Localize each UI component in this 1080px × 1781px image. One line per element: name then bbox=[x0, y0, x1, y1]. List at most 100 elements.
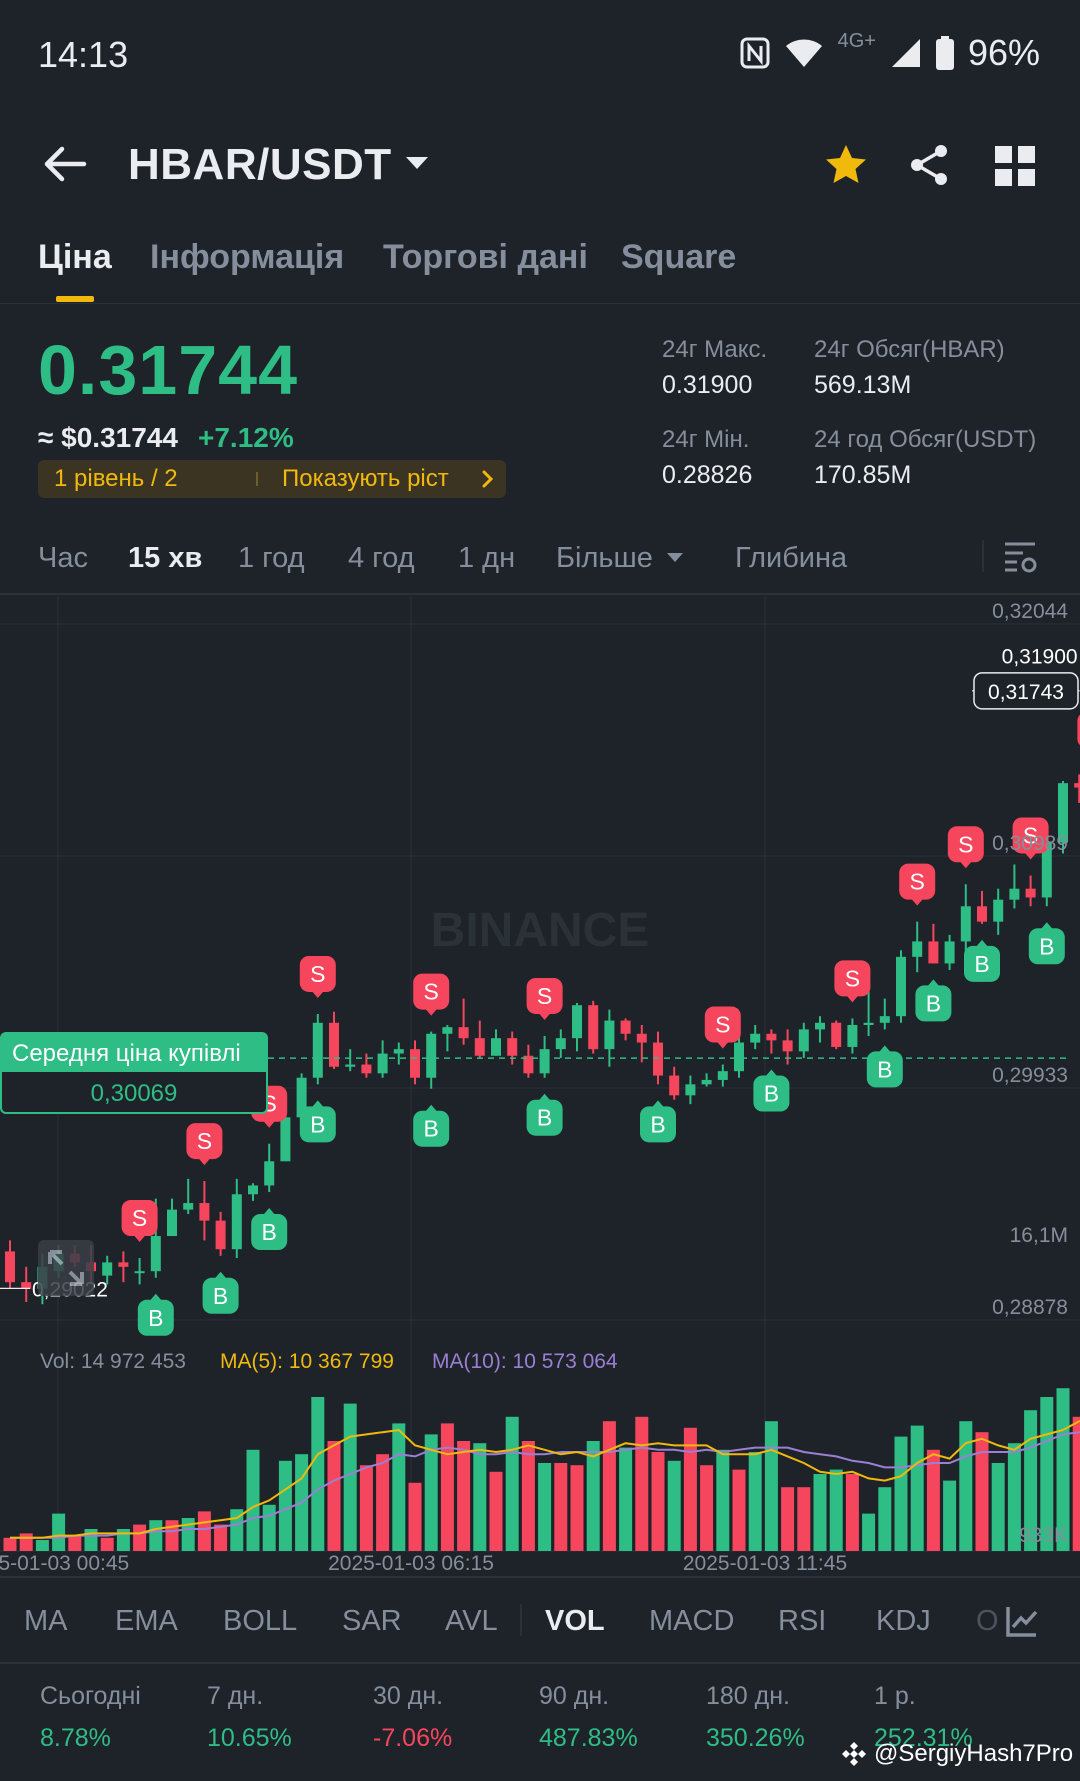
ind-boll[interactable]: BOLL bbox=[223, 1605, 297, 1638]
volume-bar bbox=[84, 1529, 98, 1551]
volume-bar bbox=[262, 1504, 276, 1551]
ind-ema[interactable]: EMA bbox=[115, 1605, 178, 1638]
sell-marker: S bbox=[834, 960, 871, 1003]
chart-settings-icon[interactable] bbox=[1002, 538, 1038, 574]
trade-marker-pointer bbox=[311, 1100, 324, 1108]
volume-bar bbox=[1072, 1416, 1080, 1551]
ind-sar[interactable]: SAR bbox=[342, 1605, 402, 1638]
buy-marker: B bbox=[915, 979, 952, 1022]
grid-icon[interactable] bbox=[993, 144, 1037, 188]
trade-marker-letter: B bbox=[650, 1111, 665, 1137]
trade-marker-pointer bbox=[765, 1069, 778, 1077]
volume-bar bbox=[35, 1540, 49, 1551]
toolbar-separator bbox=[982, 540, 984, 572]
buy-marker: B bbox=[1028, 922, 1065, 965]
interval-more[interactable]: Більше bbox=[556, 542, 653, 575]
nfc-icon bbox=[740, 37, 770, 69]
caret-down-icon[interactable] bbox=[402, 148, 432, 178]
vol-value: Vol: 14 972 453 bbox=[40, 1350, 186, 1373]
ind-avl[interactable]: AVL bbox=[445, 1605, 498, 1638]
ind-more[interactable]: O bbox=[976, 1605, 999, 1638]
trade-marker-letter: S bbox=[197, 1128, 212, 1154]
level-separator bbox=[256, 472, 258, 486]
trade-marker-pointer bbox=[425, 1104, 438, 1112]
trade-marker-letter: B bbox=[877, 1056, 892, 1082]
trade-marker-letter: B bbox=[1039, 933, 1054, 959]
candle-body bbox=[1009, 888, 1020, 900]
candle-body bbox=[960, 906, 971, 942]
pair-title[interactable]: HBAR/USDT bbox=[128, 140, 392, 190]
tab-trading-data[interactable]: Торгові дані bbox=[383, 238, 588, 277]
candle-body bbox=[539, 1049, 550, 1074]
sell-marker: S bbox=[704, 1006, 741, 1049]
trade-marker-pointer bbox=[198, 1158, 211, 1166]
sell-marker: S bbox=[947, 826, 984, 869]
trade-marker-pointer bbox=[133, 1235, 146, 1243]
star-icon[interactable] bbox=[823, 142, 869, 188]
fullscreen-button[interactable] bbox=[38, 1240, 94, 1296]
volume-axis-label: 16,1M bbox=[1010, 1224, 1068, 1247]
candle-body bbox=[734, 1042, 744, 1072]
tab-info[interactable]: Інформація bbox=[150, 238, 344, 277]
tab-square[interactable]: Square bbox=[621, 238, 736, 277]
perf-label-30d: 30 дн. bbox=[373, 1682, 444, 1710]
volume-bar bbox=[343, 1403, 357, 1551]
candle-body bbox=[312, 1022, 323, 1078]
level-cta[interactable]: Показують ріст bbox=[282, 465, 449, 493]
share-icon[interactable] bbox=[906, 142, 952, 188]
expand-icon bbox=[48, 1250, 84, 1286]
indicator-settings-icon[interactable] bbox=[1004, 1603, 1040, 1639]
vol-base-value: 569.13M bbox=[814, 371, 912, 399]
time-axis-label: 25-01-03 00:45 bbox=[0, 1552, 129, 1575]
volume-bar bbox=[700, 1465, 714, 1551]
avg-buy-value: 0,30069 bbox=[90, 1080, 178, 1107]
trade-marker-letter: S bbox=[845, 965, 860, 991]
volume-bar bbox=[359, 1465, 373, 1551]
volume-bar bbox=[797, 1487, 811, 1551]
buy-marker: B bbox=[964, 939, 1000, 982]
time-axis-label: 2025-01-03 11:45 bbox=[683, 1552, 847, 1575]
sell-marker: S bbox=[899, 863, 936, 906]
trade-marker-letter: B bbox=[148, 1305, 163, 1331]
volume-bar bbox=[926, 1449, 940, 1551]
trade-marker-pointer bbox=[214, 1271, 227, 1279]
more-caret-icon[interactable] bbox=[664, 546, 686, 568]
candle-body bbox=[215, 1220, 226, 1250]
volume-bar bbox=[602, 1421, 616, 1551]
volume-bar bbox=[214, 1524, 228, 1551]
candle-body bbox=[458, 1027, 469, 1039]
candle-body bbox=[280, 1117, 291, 1162]
back-arrow-icon[interactable] bbox=[40, 140, 88, 188]
ind-kdj[interactable]: KDJ bbox=[876, 1605, 931, 1638]
ind-ma[interactable]: MA bbox=[24, 1605, 68, 1638]
volume-bar bbox=[392, 1423, 406, 1551]
candle-body bbox=[782, 1040, 793, 1052]
volume-bar bbox=[52, 1513, 66, 1551]
candle-body bbox=[231, 1194, 242, 1250]
trade-marker-letter: S bbox=[958, 831, 973, 857]
tab-price[interactable]: Ціна bbox=[38, 238, 112, 277]
trade-marker-pointer bbox=[716, 1041, 729, 1049]
depth-tab[interactable]: Глибина bbox=[735, 542, 847, 575]
watermark-text: @SergiyHash7Pro bbox=[874, 1740, 1074, 1767]
perf-label-7d: 7 дн. bbox=[207, 1682, 264, 1710]
candle-body bbox=[5, 1251, 15, 1283]
volume-bar bbox=[554, 1463, 568, 1551]
buy-marker: B bbox=[137, 1293, 174, 1336]
avg-buy-box[interactable]: Середня ціна купівлі 0,30069 bbox=[0, 1032, 268, 1114]
interval-1h[interactable]: 1 год bbox=[238, 542, 305, 575]
ind-rsi[interactable]: RSI bbox=[778, 1605, 826, 1638]
interval-4h[interactable]: 4 год bbox=[348, 542, 415, 575]
volume-bar bbox=[732, 1469, 746, 1551]
volume-bar bbox=[862, 1513, 876, 1551]
interval-1d[interactable]: 1 дн bbox=[458, 542, 515, 575]
interval-time[interactable]: Час bbox=[38, 542, 88, 575]
perf-value-90d: 487.83% bbox=[539, 1724, 638, 1752]
ind-vol[interactable]: VOL bbox=[545, 1605, 605, 1638]
vol-ma10: MA(10): 10 573 064 bbox=[432, 1350, 618, 1373]
volume-bar bbox=[457, 1441, 471, 1551]
low-value: 0.28826 bbox=[662, 461, 753, 489]
ind-macd[interactable]: MACD bbox=[649, 1605, 734, 1638]
volume-bar bbox=[181, 1518, 195, 1551]
interval-15m[interactable]: 15 хв bbox=[128, 542, 202, 575]
